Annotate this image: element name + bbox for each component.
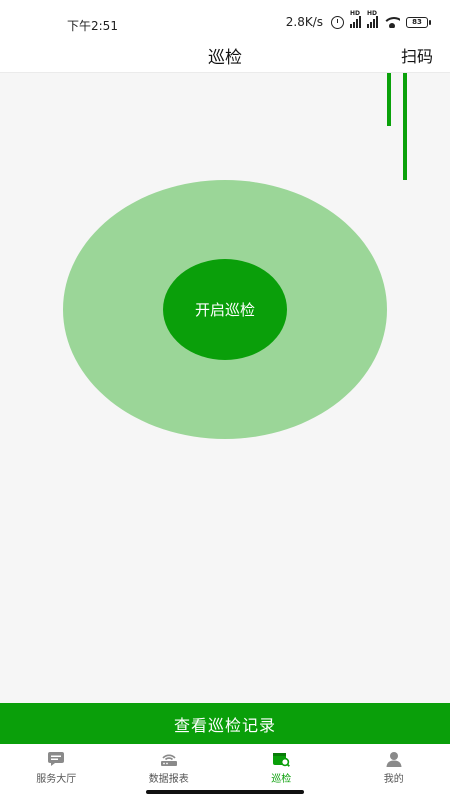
view-records-label: 查看巡检记录 — [173, 715, 276, 735]
page-title: 巡检 — [208, 48, 242, 68]
indicator-bar-2 — [403, 73, 407, 180]
view-records-button[interactable]: 查看巡检记录 — [0, 703, 450, 744]
signal-hd-label-2: HD — [367, 10, 378, 17]
patrol-icon — [273, 753, 291, 767]
home-indicator[interactable] — [146, 790, 304, 794]
nav-bar: 巡检 扫码 — [0, 40, 450, 73]
tab-label: 巡检 — [271, 774, 292, 785]
profile-icon — [386, 752, 402, 767]
data-report-icon — [160, 754, 177, 766]
service-hall-icon — [48, 752, 65, 766]
signal-icon: HD — [350, 10, 361, 28]
status-icons: 2.8K/s HD HD 83 — [285, 10, 431, 29]
signal-hd-label: HD — [350, 10, 361, 17]
indicator-bar-1 — [387, 73, 391, 126]
battery-icon: 83 — [406, 16, 431, 28]
network-speed: 2.8K/s — [285, 15, 323, 29]
start-patrol-button[interactable]: 开启巡检 — [163, 259, 287, 360]
alarm-icon — [331, 15, 344, 29]
tab-label: 服务大厅 — [36, 774, 77, 785]
tab-label: 我的 — [383, 774, 404, 785]
tab-label: 数据报表 — [148, 774, 189, 785]
wifi-icon — [384, 16, 400, 28]
tab-profile[interactable]: 我的 — [338, 744, 450, 800]
status-time: 下午2:51 — [67, 19, 118, 33]
tab-service-hall[interactable]: 服务大厅 — [0, 744, 113, 800]
start-patrol-label: 开启巡检 — [194, 301, 255, 319]
scan-button[interactable]: 扫码 — [401, 43, 433, 67]
status-bar: 下午2:51 2.8K/s HD HD 83 — [0, 0, 450, 40]
signal-icon-2: HD — [367, 10, 378, 28]
